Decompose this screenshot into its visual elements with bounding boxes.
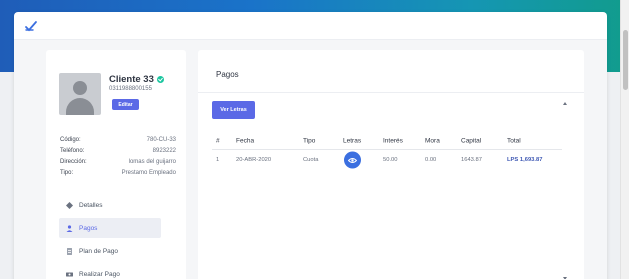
page-scrollbar-thumb[interactable] (623, 30, 628, 90)
column-header-capital: Capital (461, 137, 482, 144)
cell-capital: 1643.87 (461, 157, 482, 163)
cell-fecha: 20-ABR-2020 (236, 157, 272, 163)
ver-letras-button[interactable]: Ver Letras (212, 101, 255, 119)
money-icon (66, 272, 73, 276)
avatar (59, 73, 101, 115)
info-value: 780-CU-33 (146, 137, 176, 143)
cell-interes: 50.00 (383, 157, 398, 163)
info-value: Prestamo Empleado (121, 170, 176, 176)
cell-mora: 0.00 (425, 157, 437, 163)
info-value: 8923222 (152, 148, 176, 154)
table-row: 1 20-ABR-2020 Cuota 50.00 0.00 1643.87 L… (212, 150, 562, 170)
logo-icon[interactable] (24, 19, 38, 33)
menu-item-label: Plan de Pago (79, 247, 119, 255)
document-icon (67, 247, 72, 255)
divider (198, 92, 584, 93)
column-header-interes: Interés (383, 137, 403, 144)
diamond-icon (66, 201, 73, 209)
menu-item-realizar-pago[interactable]: Realizar Pago (59, 264, 161, 279)
menu-item-label: Pagos (79, 224, 98, 232)
main-card: Cliente 33 0311988800155 Editar Código: … (14, 12, 607, 279)
menu-item-plan-de-pago[interactable]: Plan de Pago (59, 241, 161, 261)
verified-icon (156, 76, 164, 83)
client-name: Cliente 33 (109, 74, 164, 85)
column-header-mora: Mora (425, 137, 440, 144)
column-header-fecha: Fecha (236, 137, 255, 144)
scroll-up-icon[interactable] (563, 102, 567, 105)
view-letras-button[interactable] (344, 151, 361, 169)
info-row-telefono: Teléfono: 8923222 (60, 148, 176, 154)
payments-card: Pagos Ver Letras # Fecha Tipo Letras Int… (198, 50, 584, 279)
info-label: Teléfono: (60, 148, 85, 154)
table-scrollbar[interactable] (563, 102, 568, 279)
cell-num: 1 (216, 157, 220, 163)
menu-item-label: Realizar Pago (79, 270, 120, 278)
client-name-text: Cliente 33 (109, 74, 154, 85)
info-value: lomas del guijarro (128, 159, 176, 165)
menu-item-pagos[interactable]: Pagos (59, 218, 161, 238)
payments-table: # Fecha Tipo Letras Interés Mora Capital… (212, 132, 562, 170)
info-row-direccion: Dirección: lomas del guijarro (60, 159, 176, 165)
profile-card: Cliente 33 0311988800155 Editar Código: … (46, 50, 186, 279)
user-icon (66, 224, 73, 232)
info-label: Dirección: (60, 159, 87, 165)
edit-button[interactable]: Editar (112, 99, 139, 110)
cell-total: LPS 1,693.87 (507, 157, 543, 163)
info-label: Tipo: (60, 170, 74, 176)
column-header-total: Total (507, 137, 521, 144)
info-row-tipo: Tipo: Prestamo Empleado (60, 170, 176, 176)
info-label: Código: (60, 137, 81, 143)
eye-icon (348, 157, 357, 163)
cell-letras (344, 151, 361, 169)
menu-item-detalles[interactable]: Detalles (59, 195, 161, 215)
menu-item-label: Detalles (79, 201, 103, 209)
table-header: # Fecha Tipo Letras Interés Mora Capital… (212, 132, 562, 150)
top-bar (14, 12, 607, 40)
client-id: 0311988800155 (109, 86, 152, 92)
info-row-codigo: Código: 780-CU-33 (60, 137, 176, 143)
cell-tipo: Cuota (303, 157, 319, 163)
column-header-tipo: Tipo (303, 137, 316, 144)
page-scrollbar[interactable] (620, 0, 629, 279)
payments-title: Pagos (216, 70, 239, 79)
content-area: Cliente 33 0311988800155 Editar Código: … (14, 40, 607, 279)
column-header-num: # (216, 137, 220, 144)
column-header-letras: Letras (343, 137, 362, 144)
